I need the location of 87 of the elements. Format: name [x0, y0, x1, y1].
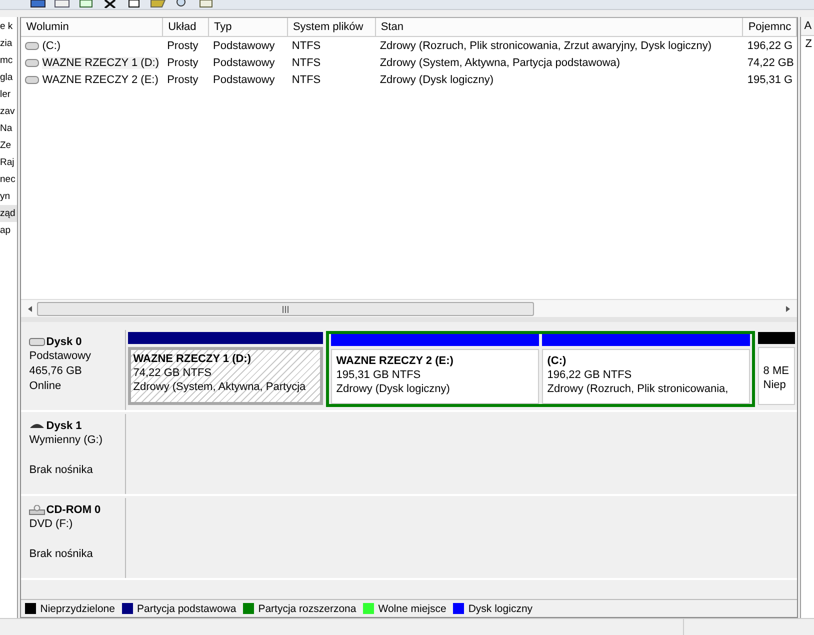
- disk-name: Dysk 0: [46, 336, 82, 348]
- tree-item[interactable]: zia: [0, 35, 18, 52]
- table-cell: NTFS: [292, 74, 321, 86]
- table-cell: Prosty: [167, 40, 198, 52]
- table-cell: NTFS: [292, 40, 321, 52]
- table-cell: Prosty: [167, 74, 198, 86]
- horizontal-scrollbar[interactable]: [21, 299, 798, 317]
- disk-type: DVD (F:): [29, 517, 74, 532]
- table-cell: Prosty: [167, 56, 198, 68]
- partition-title: (C:): [547, 354, 568, 368]
- disk-drive-icon: [29, 336, 46, 346]
- disk-size: 465,76 GB: [29, 364, 83, 379]
- partition-status: Zdrowy (Dysk logiczny): [336, 382, 451, 396]
- disk-type: Podstawowy: [29, 349, 92, 364]
- table-cell: NTFS: [292, 56, 321, 68]
- column-header[interactable]: Typ: [209, 18, 288, 36]
- tree-item[interactable]: ap: [0, 222, 18, 239]
- delete-icon[interactable]: [102, 0, 118, 8]
- settings-icon[interactable]: [198, 0, 214, 8]
- table-cell: Podstawowy: [213, 40, 275, 52]
- disk-status: Brak nośnika: [29, 547, 94, 562]
- tree-item[interactable]: Raj: [0, 154, 18, 171]
- disk-status: Brak nośnika: [29, 463, 94, 478]
- partition-box[interactable]: WAZNE RZECZY 2 (E:) 195,31 GB NTFS Zdrowy (Dysk logiczny): [331, 349, 540, 404]
- column-header[interactable]: Wolumin: [21, 18, 164, 36]
- partition-status: Zdrowy (Rozruch, Plik stronicowania,: [547, 382, 730, 396]
- disk-status: Online: [29, 379, 62, 394]
- table-cell: Zdrowy (Rozruch, Plik stronicowania, Zrzut awaryjny, Dysk logiczny): [380, 40, 712, 52]
- table-cell[interactable]: WAZNE RZECZY 2 (E:): [42, 74, 158, 86]
- column-header[interactable]: Układ: [163, 18, 210, 36]
- toolbar-icon[interactable]: [30, 0, 46, 8]
- column-header[interactable]: Stan: [376, 18, 744, 36]
- partition-status: Zdrowy (System, Aktywna, Partycja: [133, 380, 307, 394]
- partition-size: 196,22 GB NTFS: [547, 368, 633, 382]
- disk-type: Wymienny (G:): [29, 433, 104, 448]
- toolbar-icon[interactable]: [126, 0, 142, 8]
- legend-label: Wolne miejsce: [378, 602, 446, 614]
- drive-icon: [25, 58, 40, 66]
- partition-size: 195,31 GB NTFS: [336, 368, 422, 382]
- partition-size: 8 ME: [763, 364, 790, 378]
- table-cell: 195,31 G: [747, 74, 793, 86]
- tree-item[interactable]: zav: [0, 103, 18, 120]
- toolbar-icon[interactable]: [54, 0, 70, 8]
- column-header[interactable]: Pojemnc: [743, 18, 798, 36]
- toolbar-icon[interactable]: [78, 0, 94, 8]
- drive-icon: [25, 76, 40, 84]
- tree-item[interactable]: Ze: [0, 137, 18, 154]
- table-cell: 196,22 G: [747, 40, 793, 52]
- table-cell: Podstawowy: [213, 74, 275, 86]
- legend-label: Nieprzydzielone: [40, 602, 115, 614]
- legend-label: Partycja podstawowa: [136, 602, 236, 614]
- partition-title: WAZNE RZECZY 2 (E:): [336, 354, 454, 368]
- grip-icon: [282, 306, 290, 312]
- actions-header: A: [801, 17, 814, 36]
- folder-icon[interactable]: [150, 0, 166, 8]
- tree-item[interactable]: Na: [0, 120, 18, 137]
- scroll-left-icon[interactable]: [27, 304, 34, 312]
- partition-box[interactable]: WAZNE RZECZY 1 (D:) 74,22 GB NTFS Zdrowy (System, Aktywna, Partycja: [128, 347, 324, 405]
- partition-status: Niep: [763, 378, 787, 392]
- action-item[interactable]: Z: [801, 36, 814, 53]
- table-cell: Zdrowy (Dysk logiczny): [380, 74, 494, 86]
- tree-item[interactable]: yn: [0, 188, 18, 205]
- disk-name: CD-ROM 0: [46, 504, 101, 516]
- column-header[interactable]: System plików: [288, 18, 376, 36]
- scrollbar-thumb[interactable]: [37, 302, 534, 316]
- tree-item[interactable]: gla: [0, 69, 18, 86]
- tree-item[interactable]: mc: [0, 52, 18, 69]
- partition-title: WAZNE RZECZY 1 (D:): [133, 352, 252, 366]
- table-cell[interactable]: (C:): [42, 40, 61, 52]
- cd-drive-icon: [29, 504, 46, 514]
- table-cell[interactable]: WAZNE RZECZY 1 (D:): [42, 56, 159, 68]
- tree-item[interactable]: ler: [0, 86, 18, 103]
- partition-box[interactable]: 8 ME Niep: [758, 347, 796, 405]
- table-cell: Zdrowy (System, Aktywna, Partycja podstawowa): [380, 56, 620, 68]
- table-cell: Podstawowy: [213, 56, 275, 68]
- tree-item[interactable]: e k: [0, 18, 18, 35]
- scroll-right-icon[interactable]: [785, 304, 792, 312]
- partition-box[interactable]: (C:) 196,22 GB NTFS Zdrowy (Rozruch, Plik stronicowania,: [542, 349, 750, 404]
- extended-partition[interactable]: WAZNE RZECZY 2 (E:) 195,31 GB NTFS Zdrowy (Dysk logiczny) (C:) 196,22 GB NTFS Zdrowy (Rozruch, Plik stronicowania,: [326, 331, 756, 407]
- disk-name: Dysk 1: [46, 420, 82, 432]
- tree-item[interactable]: nec: [0, 171, 18, 188]
- table-cell: 74,22 GB: [747, 56, 794, 68]
- drive-icon: [25, 42, 40, 50]
- legend-label: Dysk logiczny: [468, 602, 533, 614]
- legend-label: Partycja rozszerzona: [258, 602, 356, 614]
- partition-size: 74,22 GB NTFS: [133, 366, 213, 380]
- tree-item[interactable]: ząd: [0, 205, 18, 222]
